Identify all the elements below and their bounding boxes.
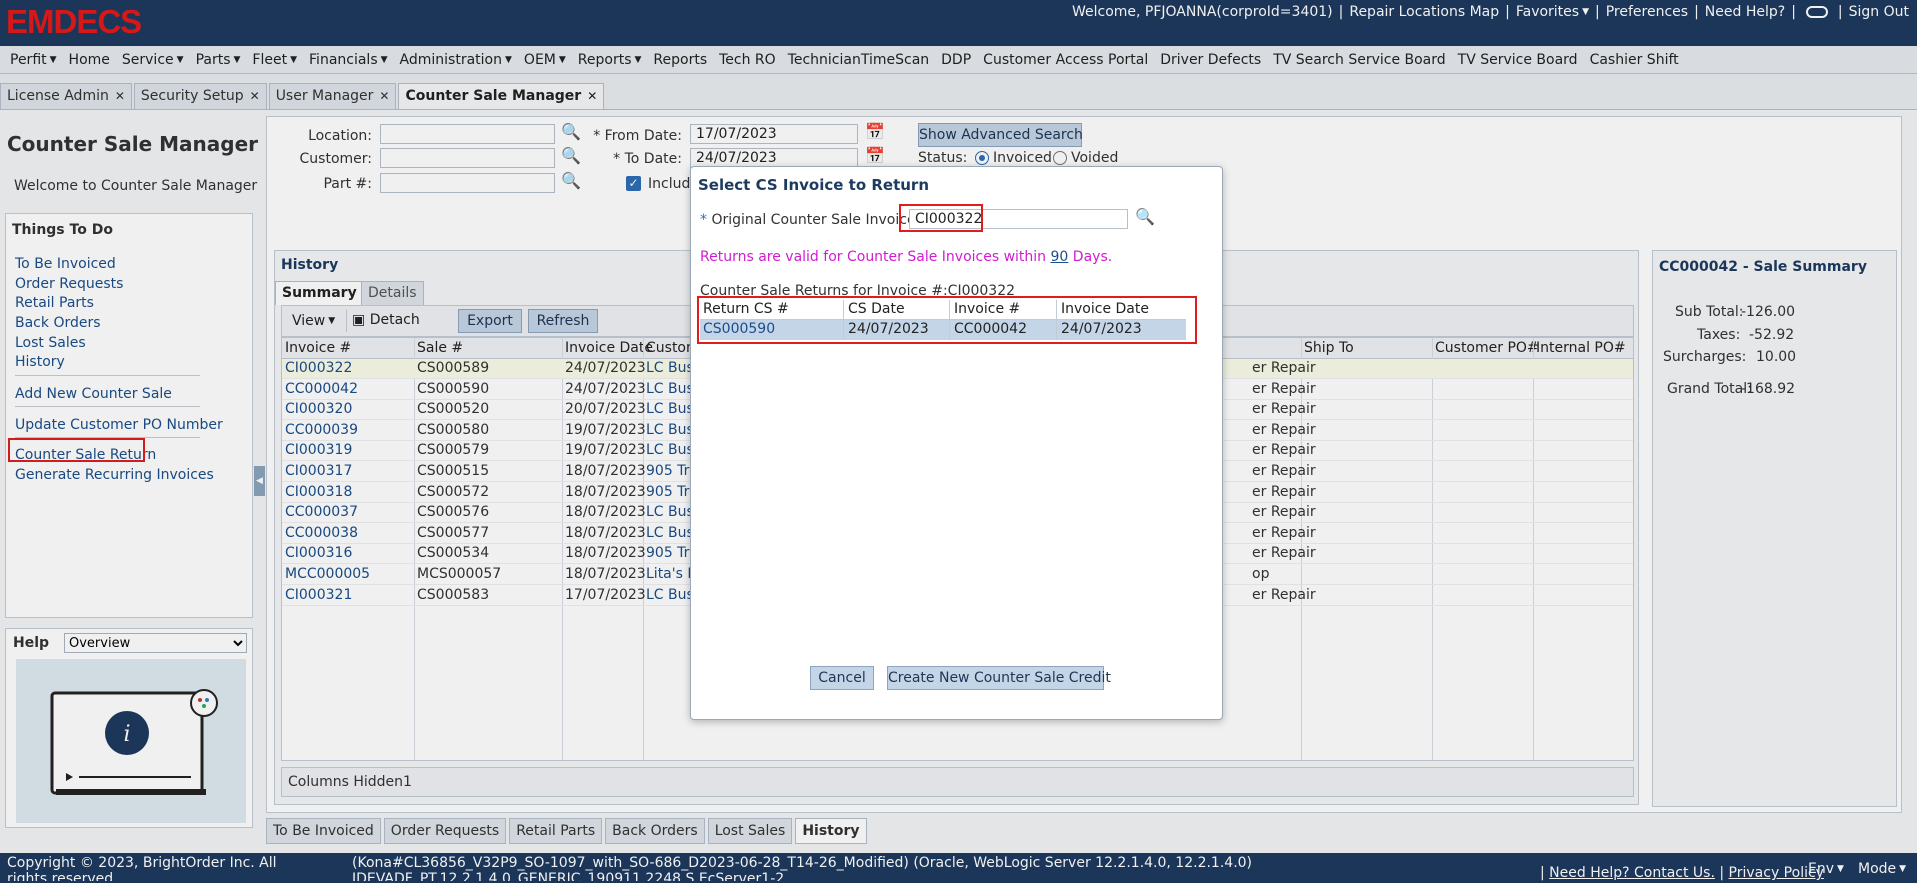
highlight-returns-table bbox=[697, 296, 1197, 344]
original-invoice-label: * Original Counter Sale Invoice#: bbox=[700, 212, 932, 228]
create-counter-sale-credit-button[interactable]: Create New Counter Sale Credit bbox=[887, 666, 1111, 690]
search-icon[interactable]: 🔍 bbox=[1135, 207, 1155, 226]
dialog-title: Select CS Invoice to Return bbox=[698, 176, 930, 194]
cancel-button[interactable]: Cancel bbox=[810, 666, 874, 690]
return-validity-notice: Returns are valid for Counter Sale Invoi… bbox=[700, 249, 1113, 265]
highlight-invoice-input bbox=[899, 204, 983, 232]
valid-days-link[interactable]: 90 bbox=[1051, 249, 1069, 265]
select-cs-invoice-dialog: Select CS Invoice to Return * Original C… bbox=[690, 166, 1223, 720]
